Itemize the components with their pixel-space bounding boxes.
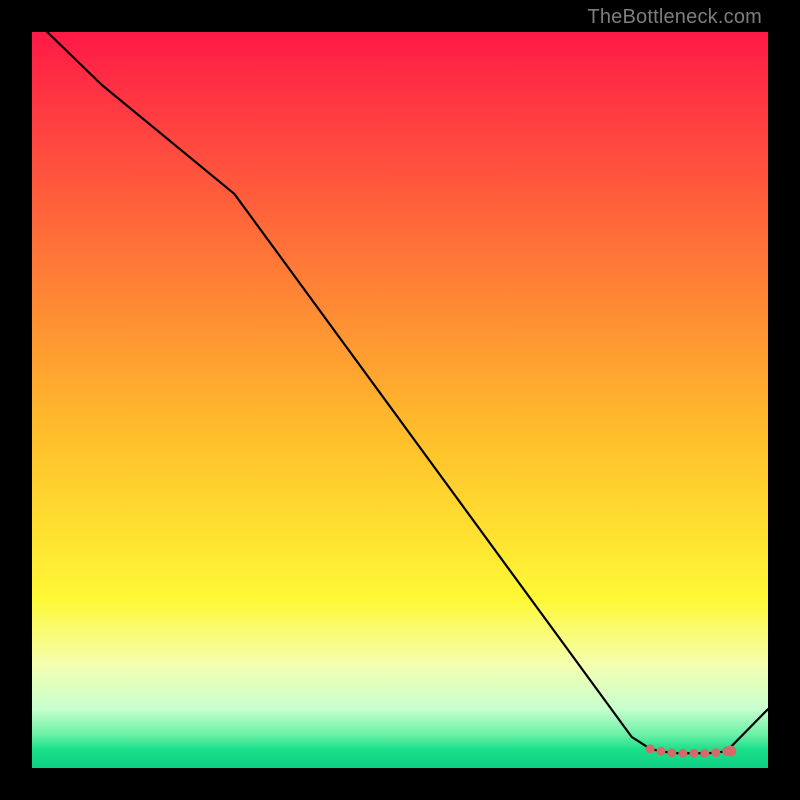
chart-stage: TheBottleneck.com	[0, 0, 800, 800]
plot-area	[32, 32, 768, 768]
chart-curve	[32, 32, 768, 753]
chart-markers	[650, 746, 736, 757]
watermark-text: TheBottleneck.com	[587, 6, 762, 29]
marker-end-dot	[725, 746, 736, 757]
curve-layer	[32, 32, 768, 768]
